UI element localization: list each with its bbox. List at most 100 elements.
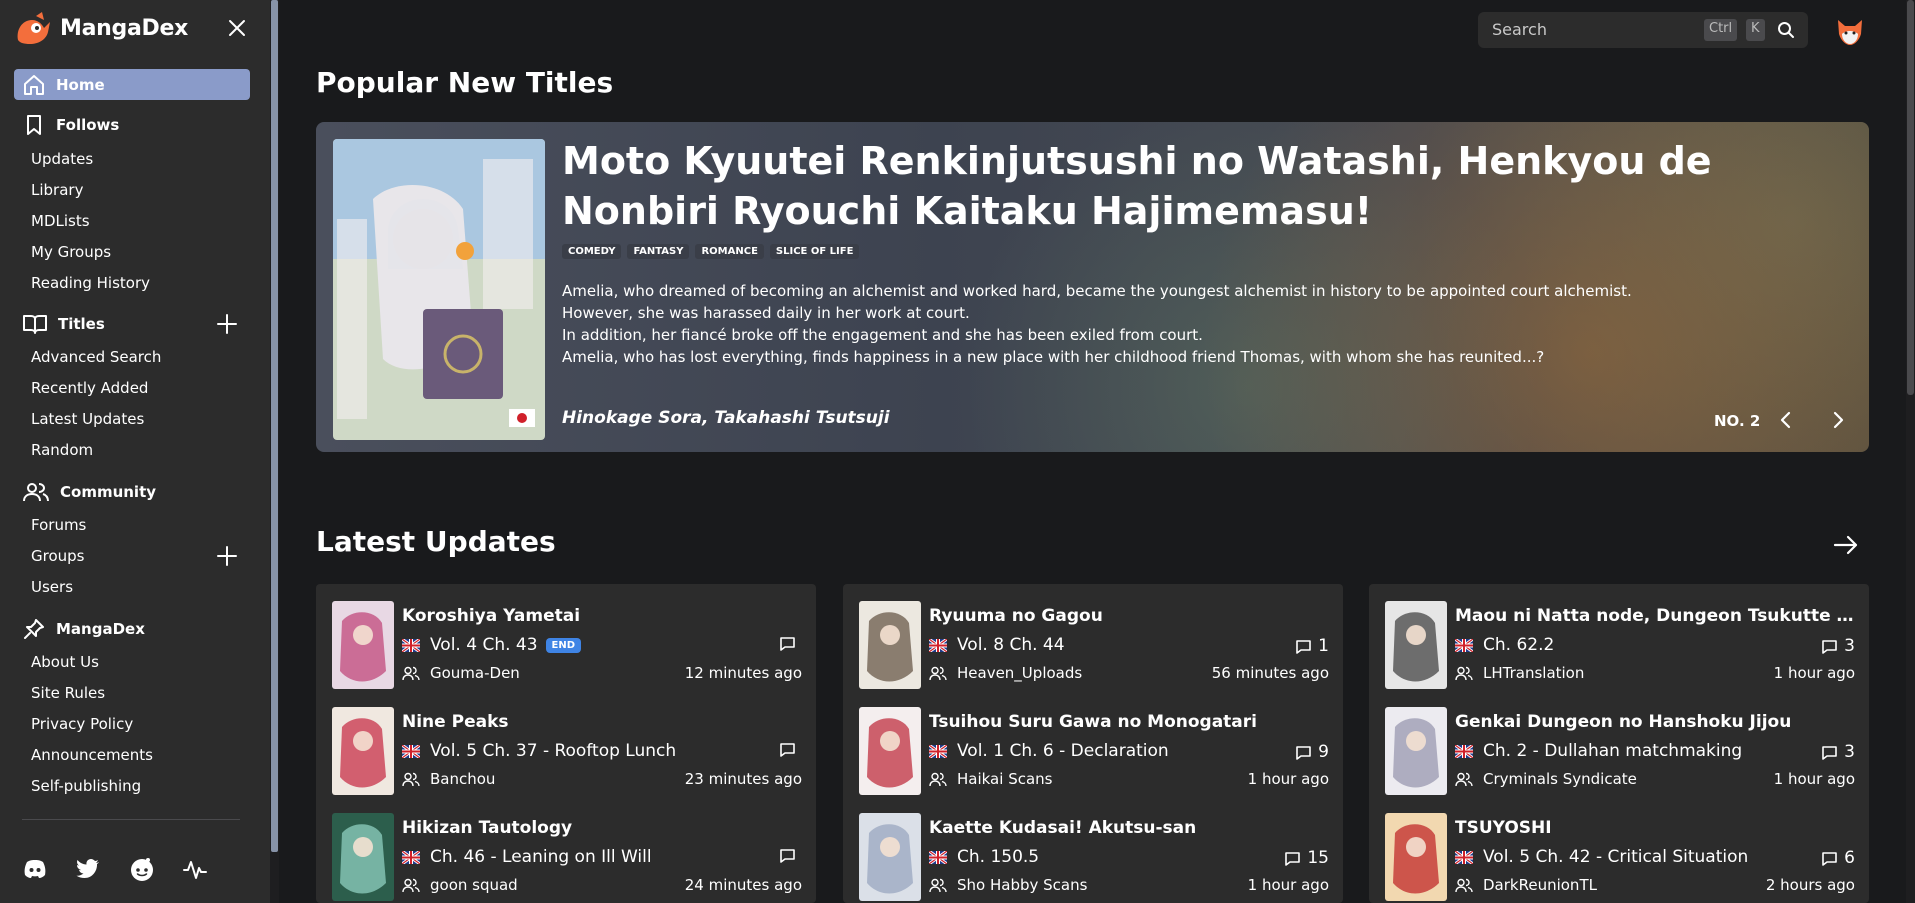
update-row[interactable]: Koroshiya Yametai Vol. 4 Ch. 43 END Gouma-D… [332,584,802,689]
tag-comedy[interactable]: COMEDY [562,244,622,259]
manga-cover-thumbnail[interactable] [332,601,394,689]
manga-cover-thumbnail[interactable] [1385,601,1447,689]
chapter-link[interactable]: Vol. 1 Ch. 6 - Declaration [929,741,1169,761]
comments-link[interactable]: 9 [1295,742,1329,762]
nav-recently-added[interactable]: Recently Added [31,379,148,397]
twitter-icon[interactable] [75,856,101,882]
nav-titles[interactable]: Titles [22,310,105,338]
manga-cover-thumbnail[interactable] [859,707,921,795]
page-scrollbar-thumb[interactable] [1907,0,1914,395]
update-row[interactable]: Genkai Dungeon no Hanshoku Jijou Ch. 2 - … [1385,690,1855,795]
sidebar-scrollbar[interactable] [270,0,279,903]
nav-library[interactable]: Library [31,181,83,199]
tag-romance[interactable]: ROMANCE [695,244,764,259]
chevron-left-icon[interactable] [1774,408,1798,432]
scanlation-group[interactable]: Haikai Scans [929,770,1052,788]
update-row[interactable]: Hikizan Tautology Ch. 46 - Leaning on Ill… [332,796,802,901]
logo[interactable]: MangaDex [14,10,188,46]
manga-title[interactable]: Ryuuma no Gagou [929,606,1329,626]
nav-home[interactable]: Home [14,69,250,100]
nav-forums[interactable]: Forums [31,516,86,534]
manga-cover-thumbnail[interactable] [859,601,921,689]
nav-latest-updates[interactable]: Latest Updates [31,410,144,428]
add-title-icon[interactable] [216,313,238,335]
manga-title[interactable]: Tsuihou Suru Gawa no Monogatari [929,712,1329,732]
status-icon[interactable] [182,856,208,882]
nav-random[interactable]: Random [31,441,93,459]
search-input[interactable]: Search Ctrl K [1478,12,1808,48]
update-row[interactable]: Nine Peaks Vol. 5 Ch. 37 - Rooftop Lunch B… [332,690,802,795]
chapter-link[interactable]: Vol. 8 Ch. 44 [929,635,1065,655]
user-avatar[interactable] [1830,10,1870,50]
manga-title[interactable]: Hikizan Tautology [402,818,802,838]
chapter-link[interactable]: Vol. 4 Ch. 43 END [402,635,582,655]
manga-title[interactable]: Maou ni Natta node, Dungeon Tsukutte Jin… [1455,606,1855,626]
manga-cover-thumbnail[interactable] [1385,813,1447,901]
comments-link[interactable] [779,742,802,757]
nav-about-us[interactable]: About Us [31,653,99,671]
sidebar-scrollbar-thumb[interactable] [271,0,278,852]
scanlation-group[interactable]: Cryminals Syndicate [1455,770,1637,788]
manga-cover-thumbnail[interactable] [859,813,921,901]
scanlation-group[interactable]: Banchou [402,770,495,788]
nav-updates[interactable]: Updates [31,150,93,168]
update-row[interactable]: TSUYOSHI Vol. 5 Ch. 42 - Critical Situati… [1385,796,1855,901]
add-group-icon[interactable] [216,545,238,567]
chapter-link[interactable]: Ch. 150.5 [929,847,1039,867]
scanlation-group[interactable]: LHTranslation [1455,664,1584,682]
nav-mangadex[interactable]: MangaDex [22,615,145,643]
nav-self-publishing[interactable]: Self-publishing [31,777,141,795]
comments-link[interactable]: 6 [1821,848,1855,868]
update-row[interactable]: Ryuuma no Gagou Vol. 8 Ch. 44 1 Heaven_Uplo… [859,584,1329,689]
scanlation-group[interactable]: Gouma-Den [402,664,520,682]
scanlation-group[interactable]: Sho Habby Scans [929,876,1087,894]
scanlation-group[interactable]: goon squad [402,876,518,894]
chevron-right-icon[interactable] [1826,408,1850,432]
manga-title[interactable]: Genkai Dungeon no Hanshoku Jijou [1455,712,1855,732]
comments-link[interactable]: 3 [1821,636,1855,656]
chapter-link[interactable]: Ch. 2 - Dullahan matchmaking [1455,741,1742,761]
comments-link[interactable]: 1 [1295,636,1329,656]
manga-cover-thumbnail[interactable] [332,707,394,795]
chapter-link[interactable]: Vol. 5 Ch. 42 - Critical Situation [1455,847,1748,867]
nav-users[interactable]: Users [31,578,73,596]
manga-title[interactable]: TSUYOSHI [1455,818,1855,838]
manga-cover-thumbnail[interactable] [332,813,394,901]
nav-my-groups[interactable]: My Groups [31,243,111,261]
nav-follows[interactable]: Follows [22,111,119,139]
nav-groups[interactable]: Groups [31,547,84,565]
manga-cover-thumbnail[interactable] [1385,707,1447,795]
featured-cover-image[interactable] [333,139,545,440]
chapter-link[interactable]: Ch. 62.2 [1455,635,1554,655]
nav-announcements[interactable]: Announcements [31,746,153,764]
comments-link[interactable] [779,848,802,863]
nav-site-rules[interactable]: Site Rules [31,684,105,702]
nav-community[interactable]: Community [22,478,156,506]
scanlation-group[interactable]: Heaven_Uploads [929,664,1082,682]
search-icon[interactable] [1776,20,1796,40]
manga-title[interactable]: Nine Peaks [402,712,802,732]
arrow-right-icon[interactable] [1832,533,1860,557]
nav-mdlists[interactable]: MDLists [31,212,90,230]
comments-link[interactable]: 3 [1821,742,1855,762]
comments-link[interactable] [779,636,802,651]
manga-title[interactable]: Kaette Kudasai! Akutsu-san [929,818,1329,838]
update-row[interactable]: Tsuihou Suru Gawa no Monogatari Vol. 1 Ch… [859,690,1329,795]
comments-link[interactable]: 15 [1284,848,1329,868]
discord-icon[interactable] [22,856,48,882]
featured-authors[interactable]: Hinokage Sora, Takahashi Tsutsuji [562,408,890,428]
scanlation-group[interactable]: DarkReunionTL [1455,876,1597,894]
featured-title[interactable]: Moto Kyuutei Renkinjutsushi no Watashi, … [562,136,1842,236]
tag-slice-of-life[interactable]: SLICE OF LIFE [769,244,860,259]
tag-fantasy[interactable]: FANTASY [627,244,690,259]
update-row[interactable]: Kaette Kudasai! Akutsu-san Ch. 150.5 15 Sho… [859,796,1329,901]
update-row[interactable]: Maou ni Natta node, Dungeon Tsukutte Jin… [1385,584,1855,689]
reddit-icon[interactable] [129,856,155,882]
close-sidebar-icon[interactable] [226,17,248,39]
manga-title[interactable]: Koroshiya Yametai [402,606,802,626]
chapter-link[interactable]: Vol. 5 Ch. 37 - Rooftop Lunch [402,741,676,761]
nav-reading-history[interactable]: Reading History [31,274,150,292]
nav-advanced-search[interactable]: Advanced Search [31,348,161,366]
nav-privacy-policy[interactable]: Privacy Policy [31,715,133,733]
chapter-link[interactable]: Ch. 46 - Leaning on Ill Will [402,847,652,867]
